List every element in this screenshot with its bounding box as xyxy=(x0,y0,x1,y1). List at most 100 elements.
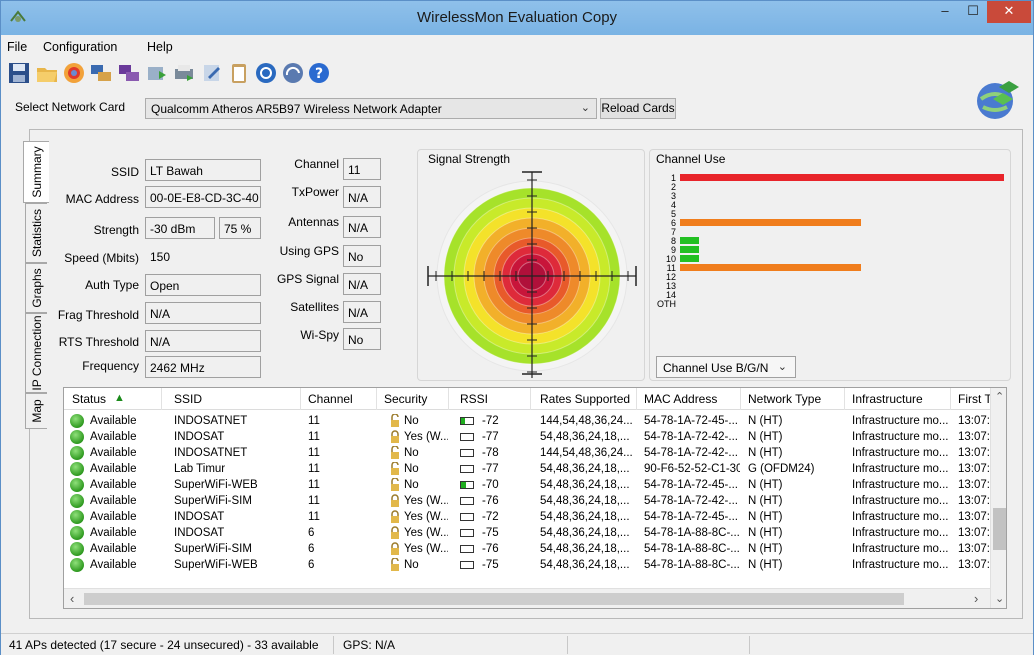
scroll-left-icon[interactable]: ‹ xyxy=(70,591,74,606)
col-rates[interactable]: Rates Supported xyxy=(540,392,640,406)
cell-rssi: -77 xyxy=(482,463,499,475)
menu-help[interactable]: Help xyxy=(147,40,173,54)
cell-type: N (HT) xyxy=(748,447,783,459)
tab-summary[interactable]: Summary xyxy=(23,141,49,203)
cell-mac: 54-78-1A-72-42-... xyxy=(644,431,738,443)
col-rssi[interactable]: RSSI xyxy=(460,392,530,406)
network-card-purple-icon[interactable] xyxy=(117,61,141,85)
channel-label: 14 xyxy=(665,290,676,300)
vertical-scroll-thumb[interactable] xyxy=(993,508,1006,550)
antennas-label: Antennas xyxy=(288,215,339,229)
wispy-label: Wi-Spy xyxy=(300,328,339,342)
cell-ssid: SuperWiFi-WEB xyxy=(174,559,258,571)
col-ssid[interactable]: SSID xyxy=(174,392,294,406)
scroll-up-icon[interactable]: ⌃ xyxy=(995,390,1004,403)
table-row[interactable]: Available SuperWiFi-SIM 11 Yes (W... -76 54,4… xyxy=(64,494,992,508)
channel-bar xyxy=(680,246,700,253)
menu-bar: File Configuration Help xyxy=(1,37,1033,57)
table-row[interactable]: Available INDOSAT 6 Yes (W... -75 54,48,36,24… xyxy=(64,526,992,540)
table-row[interactable]: Available SuperWiFi-SIM 6 Yes (W... -76 54,48… xyxy=(64,542,992,556)
gps-status: GPS: N/A xyxy=(343,638,396,652)
close-icon: ✕ xyxy=(1003,3,1015,18)
table-row[interactable]: Available SuperWiFi-WEB 6 No -75 54,48,36,24,… xyxy=(64,558,992,572)
scroll-down-icon[interactable]: ⌄ xyxy=(995,592,1004,605)
rssi-meter-icon xyxy=(460,561,474,569)
col-channel[interactable]: Channel xyxy=(308,392,378,406)
channel-use-select[interactable]: Channel Use B/G/N ⌄ xyxy=(656,356,796,378)
frequency-field: 2462 MHz xyxy=(145,356,261,378)
col-first-time[interactable]: First Ti xyxy=(958,392,990,406)
channel-row: 14 xyxy=(650,290,1008,300)
svg-text:?: ? xyxy=(315,66,323,82)
channel-label: 11 xyxy=(666,263,676,273)
table-row[interactable]: Available SuperWiFi-WEB 11 No -70 54,48,36,24… xyxy=(64,478,992,492)
col-mac[interactable]: MAC Address xyxy=(644,392,744,406)
cell-type: N (HT) xyxy=(748,431,783,443)
notes-icon[interactable] xyxy=(200,61,224,85)
horizontal-scroll-thumb[interactable] xyxy=(84,593,904,605)
table-row[interactable]: Available INDOSAT 11 Yes (W... -72 54,48,36,2… xyxy=(64,510,992,524)
mac-label: MAC Address xyxy=(65,192,139,206)
cell-status: Available xyxy=(90,415,137,427)
menu-file[interactable]: File xyxy=(7,40,27,54)
cell-rssi: -78 xyxy=(482,447,499,459)
reload-cards-button[interactable]: Reload Cards xyxy=(600,98,676,119)
globe-refresh-icon[interactable] xyxy=(281,61,305,85)
channel-label: 2 xyxy=(670,182,676,192)
cell-ssid: SuperWiFi-SIM xyxy=(174,495,252,507)
horizontal-scrollbar[interactable]: ‹ › xyxy=(64,588,990,608)
tab-statistics[interactable]: Statistics xyxy=(25,203,47,263)
scroll-right-icon[interactable]: › xyxy=(974,591,978,606)
channel-label: 12 xyxy=(665,272,676,282)
table-row[interactable]: Available INDOSAT 11 Yes (W... -77 54,48,36,2… xyxy=(64,430,992,444)
save-icon[interactable] xyxy=(7,61,31,85)
vertical-scrollbar[interactable]: ⌃ ⌄ xyxy=(990,388,1006,608)
table-row[interactable]: Available INDOSATNET 11 No -78 144,54,48,36,2… xyxy=(64,446,992,460)
table-row[interactable]: Available Lab Timur 11 No -77 54,48,36,24,18,… xyxy=(64,462,992,476)
sort-asc-icon[interactable]: ▲ xyxy=(114,392,125,404)
maximize-button[interactable]: ☐ xyxy=(959,1,987,23)
col-infrastructure[interactable]: Infrastructure xyxy=(852,392,952,406)
channel-row: 10 xyxy=(650,255,1008,264)
cell-mac: 54-78-1A-72-42-... xyxy=(644,447,738,459)
cell-type: N (HT) xyxy=(748,495,783,507)
menu-configuration[interactable]: Configuration xyxy=(43,40,117,54)
lock-open-icon xyxy=(391,462,399,475)
tab-map-label: Map xyxy=(29,399,44,423)
channel-label: OTH xyxy=(657,299,676,309)
rssi-meter-icon xyxy=(460,449,474,457)
channel-row: 5 xyxy=(650,210,1008,219)
cell-infra: Infrastructure mo... xyxy=(852,431,948,443)
network-card-icon[interactable] xyxy=(89,61,113,85)
refresh-icon[interactable] xyxy=(254,61,278,85)
open-folder-icon[interactable] xyxy=(35,61,59,85)
cell-channel: 6 xyxy=(308,527,315,539)
col-network-type[interactable]: Network Type xyxy=(748,392,848,406)
cell-rates: 54,48,36,24,18,... xyxy=(540,511,630,523)
col-security[interactable]: Security xyxy=(384,392,454,406)
cell-channel: 6 xyxy=(308,543,315,555)
table-row[interactable]: Available INDOSATNET 11 No -72 144,54,48,36,2… xyxy=(64,414,992,428)
status-available-icon xyxy=(70,542,84,556)
channel-bar xyxy=(680,237,700,244)
tab-graphs-label: Graphs xyxy=(29,268,44,308)
channel-label: 6 xyxy=(670,218,676,228)
cell-channel: 11 xyxy=(308,479,320,491)
tab-ip-connection[interactable]: IP Connection xyxy=(25,313,47,393)
network-card-select[interactable]: Qualcomm Atheros AR5B97 Wireless Network… xyxy=(145,98,597,119)
help-icon[interactable]: ? xyxy=(307,61,331,85)
minimize-button[interactable]: – xyxy=(931,1,959,23)
title-bar[interactable]: WirelessMon Evaluation Copy – ☐ ✕ xyxy=(1,1,1033,35)
print-icon[interactable] xyxy=(172,61,196,85)
close-button[interactable]: ✕ xyxy=(987,1,1031,23)
cell-channel: 11 xyxy=(308,431,320,443)
cell-rssi: -76 xyxy=(482,495,499,507)
clipboard-icon[interactable] xyxy=(227,61,251,85)
export-icon[interactable] xyxy=(145,61,169,85)
lock-open-icon xyxy=(391,558,399,571)
tab-graphs[interactable]: Graphs xyxy=(25,263,47,313)
channel-row: 13 xyxy=(650,282,1008,291)
tab-map[interactable]: Map xyxy=(25,393,47,429)
lock-closed-icon xyxy=(391,510,399,523)
record-icon[interactable] xyxy=(62,61,86,85)
